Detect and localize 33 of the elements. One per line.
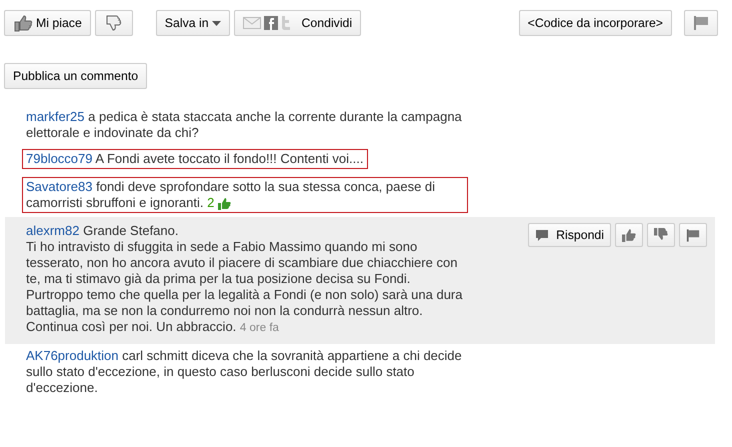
username-link[interactable]: alexrm82 [26,223,80,238]
dislike-button[interactable] [647,223,675,247]
username-link[interactable]: Savatore83 [26,179,92,194]
username-link[interactable]: 79blocco79 [26,151,92,166]
speech-bubble-icon [535,228,550,242]
username-link[interactable]: AK76produktion [26,348,119,363]
comment-text: alexrm82 Grande Stefano. Ti ho intravisto di sfuggita in sede a Fabio Massimo quando mi sono tesserato, non ho ancora avuto il piacere di scambiare due chiacchiere con te, ma ti stimavo già da prima per la tua posizione decisa su Fondi. Purtroppo temo che quella per la legalità a Fondi (e non solo) sarà una dura battaglia, ma se non la condurremo noi non la condurrà nessun altro. Continua così per noi. Un abbraccio. 4 ore fa [26,223,462,334]
dislike-button[interactable] [94,10,133,36]
flag-button[interactable] [679,223,707,247]
reply-button[interactable]: Rispondi [528,223,611,247]
thumbs-up-icon [622,228,636,242]
comment-text: 79blocco79 A Fondi avete toccato il fondo!!! Contenti voi.... [26,151,364,166]
post-comment-button[interactable]: Pubblica un commento [4,63,148,89]
flag-icon [686,228,700,242]
comment-text: markfer25 a pedica è stata staccata anche la corrente durante la campagna elettorale e indovinate da chi? [26,109,462,140]
comment-text: AK76produktion carl schmitt diceva che la sovranità appartiene a chi decide sullo stato d'eccezione, in questo caso berlusconi decide sullo stato d'eccezione. [26,348,462,395]
thumbs-up-icon [13,14,33,32]
like-button[interactable]: Mi piace [4,10,91,36]
mail-icon [242,17,261,29]
comment-text: Savatore83 fondi deve sprofondare sotto la sua stessa conca, paese di camorristi sbruffoni e ignoranti. 2 [26,179,436,210]
share-button[interactable]: Condividi [234,10,362,36]
twitter-icon [280,16,291,30]
like-button[interactable] [615,223,643,247]
thumbs-down-icon [654,228,668,242]
flag-button[interactable] [684,10,718,36]
save-dropdown[interactable]: Salva in [156,10,230,36]
username-link[interactable]: markfer25 [26,109,85,124]
embed-code-button[interactable]: <Codice da incorporare> [518,10,672,36]
caret-icon [212,20,221,26]
facebook-icon [264,16,278,30]
thumbs-down-icon [104,14,124,32]
flag-icon [693,16,709,30]
thumbs-up-icon [218,197,231,210]
